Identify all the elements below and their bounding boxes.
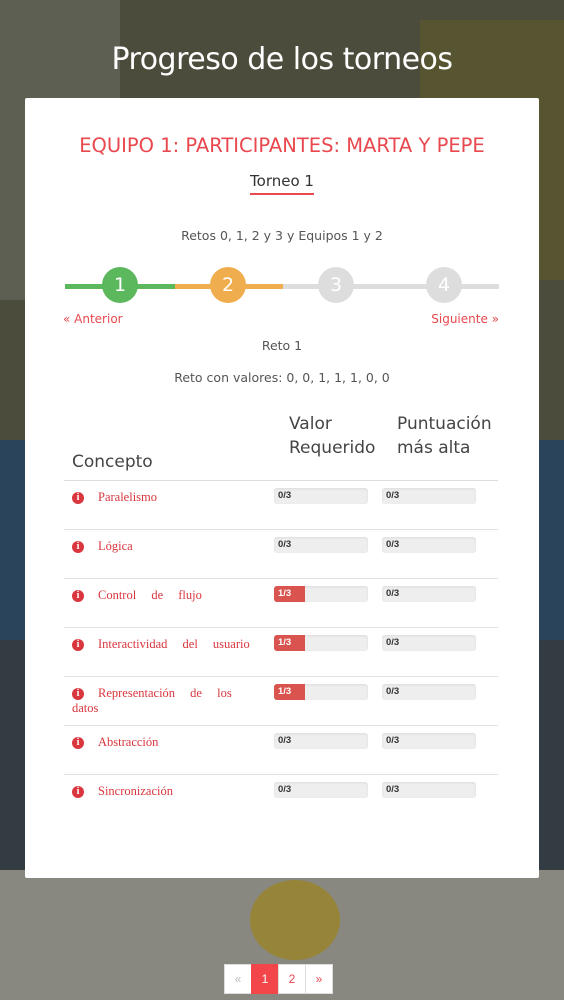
best-score-bar-text: 0/3 [386,784,400,795]
page-title: Progreso de los torneos [111,42,453,78]
concept-label: Interactividad del usuario [98,637,250,651]
best-score-bar: 0/3 [382,537,476,553]
header-best-line2: más alta [397,438,471,458]
pagination: « 1 2 » [224,964,333,994]
concept-cell: i Abstracción [72,735,272,750]
previous-link[interactable]: « Anterior [63,312,123,326]
step-1[interactable]: 1 [102,267,138,303]
pagination-page-2[interactable]: 2 [278,964,306,994]
concept-label: Sincronización [98,784,173,798]
best-score-bar-text: 0/3 [386,735,400,746]
concept-cell: i Interactividad del usuario [72,637,272,652]
best-score-bar: 0/3 [382,586,476,602]
round-values: Reto con valores: 0, 0, 1, 1, 1, 0, 0 [174,370,390,385]
table-row: i Interactividad del usuario 1/3 0/3 [64,628,498,677]
best-score-bar: 0/3 [382,488,476,504]
required-value-bar: 1/3 [274,684,368,700]
required-value-bar: 0/3 [274,733,368,749]
concept-label: Representación de los datos [72,686,232,715]
best-score-bar-text: 0/3 [386,490,400,501]
required-value-bar-text: 1/3 [278,686,292,697]
info-icon[interactable]: i [72,590,84,602]
table-row: i Abstracción 0/3 0/3 [64,726,498,775]
info-icon[interactable]: i [72,639,84,651]
required-value-bar: 1/3 [274,586,368,602]
tournament-name: Torneo 1 [25,172,539,195]
tournament-name-label: Torneo 1 [250,172,314,195]
best-score-bar: 0/3 [382,782,476,798]
required-value-bar-text: 0/3 [278,784,292,795]
next-link[interactable]: Siguiente » [431,312,499,326]
pagination-prev[interactable]: « [224,964,252,994]
concept-label: Lógica [98,539,133,553]
table-row: i Paralelismo 0/3 0/3 [64,481,498,530]
concept-label: Paralelismo [98,490,158,504]
table-body: i Paralelismo 0/3 0/3 i Lógica 0/3 0/3 i Control … [64,481,498,823]
table-header: Concepto Valor Requerido Puntuación más … [64,410,498,481]
pagination-next[interactable]: » [305,964,333,994]
step-2[interactable]: 2 [210,267,246,303]
best-score-bar: 0/3 [382,733,476,749]
required-value-bar-text: 0/3 [278,490,292,501]
header-best-line1: Puntuación [397,414,492,434]
required-value-bar: 0/3 [274,782,368,798]
team-title: EQUIPO 1: PARTICIPANTES: MARTA Y PEPE [79,134,485,157]
info-icon[interactable]: i [72,492,84,504]
concept-cell: i Paralelismo [72,490,272,505]
best-score-bar-text: 0/3 [386,539,400,550]
header-required-line2: Requerido [289,438,376,458]
rounds-description: Retos 0, 1, 2 y 3 y Equipos 1 y 2 [181,228,383,243]
required-value-bar: 1/3 [274,635,368,651]
best-score-bar: 0/3 [382,684,476,700]
info-icon[interactable]: i [72,737,84,749]
header-best: Puntuación más alta [397,412,492,460]
stepper-line-pending [283,284,499,289]
required-value-bar-text: 0/3 [278,539,292,550]
header-concept: Concepto [72,452,153,472]
current-round: Reto 1 [261,338,303,353]
concept-label: Control de flujo [98,588,202,602]
required-value-bar: 0/3 [274,488,368,504]
tournament-progress-card: EQUIPO 1: PARTICIPANTES: MARTA Y PEPE To… [25,98,539,878]
concept-label: Abstracción [98,735,159,749]
info-icon[interactable]: i [72,786,84,798]
concept-cell: i Lógica [72,539,272,554]
concept-cell: i Control de flujo [72,588,272,603]
table-row: i Control de flujo 1/3 0/3 [64,579,498,628]
step-3[interactable]: 3 [318,267,354,303]
best-score-bar-text: 0/3 [386,686,400,697]
best-score-bar-text: 0/3 [386,588,400,599]
step-4[interactable]: 4 [426,267,462,303]
required-value-bar-text: 0/3 [278,735,292,746]
table-row: i Sincronización 0/3 0/3 [64,775,498,823]
best-score-bar: 0/3 [382,635,476,651]
concepts-table: Concepto Valor Requerido Puntuación más … [64,410,498,823]
best-score-bar-text: 0/3 [386,637,400,648]
header-required: Valor Requerido [289,412,375,460]
required-value-bar: 0/3 [274,537,368,553]
concept-cell: i Representación de los datos [72,686,272,716]
table-row: i Lógica 0/3 0/3 [64,530,498,579]
pagination-page-1[interactable]: 1 [251,964,279,994]
info-icon[interactable]: i [72,688,84,700]
required-value-bar-text: 1/3 [278,588,292,599]
concept-cell: i Sincronización [72,784,272,799]
round-stepper: 1 2 3 4 [65,266,499,306]
table-row: i Representación de los datos 1/3 0/3 [64,677,498,726]
header-required-line1: Valor [289,414,332,434]
info-icon[interactable]: i [72,541,84,553]
required-value-bar-text: 1/3 [278,637,292,648]
